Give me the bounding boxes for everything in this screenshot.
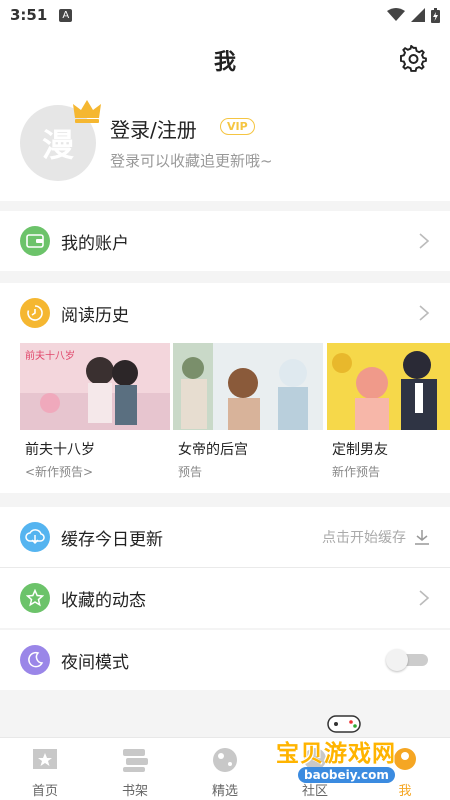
settings-gear-icon[interactable] bbox=[400, 45, 428, 73]
cloud-download-icon bbox=[20, 522, 50, 552]
menu-item-cache[interactable]: 缓存今日更新 点击开始缓存 bbox=[0, 507, 450, 567]
signal-icon bbox=[411, 8, 425, 22]
comic-subtitle: <新作预告> bbox=[25, 465, 94, 479]
menu-item-night-mode[interactable]: 夜间模式 bbox=[0, 630, 450, 690]
vip-badge: VIP bbox=[220, 118, 255, 135]
watermark-text: 宝贝游戏网 bbox=[276, 741, 396, 767]
star-icon bbox=[20, 583, 50, 613]
history-list: 前夫十八岁 前夫十八岁 <新作预告> 女帝的后宫 预告 定制男友 新作预告 bbox=[0, 343, 450, 493]
tab-featured[interactable]: 精选 bbox=[180, 738, 270, 800]
tab-label: 首页 bbox=[31, 784, 58, 799]
tab-label: 书架 bbox=[121, 784, 148, 799]
tab-label: 精选 bbox=[211, 784, 238, 799]
menu-item-label: 收藏的动态 bbox=[61, 590, 146, 611]
menu-item-label: 我的账户 bbox=[61, 233, 129, 254]
watermark-url: baobeiy.com bbox=[298, 767, 395, 783]
login-register-link[interactable]: 登录/注册 bbox=[110, 114, 197, 143]
menu-item-favorites[interactable]: 收藏的动态 bbox=[0, 568, 450, 628]
gamepad-icon bbox=[327, 715, 361, 733]
comic-title: 前夫十八岁 bbox=[25, 442, 95, 458]
comic-subtitle: 新作预告 bbox=[332, 465, 381, 479]
bookshelf-icon bbox=[123, 749, 148, 772]
menu-item-account[interactable]: 我的账户 bbox=[0, 211, 450, 271]
chevron-right-icon bbox=[419, 305, 430, 321]
download-icon[interactable] bbox=[414, 529, 430, 545]
cover-title-text: 前夫十八岁 bbox=[25, 349, 75, 362]
night-mode-toggle[interactable] bbox=[386, 649, 430, 671]
wifi-icon bbox=[387, 8, 405, 21]
comic-cover bbox=[173, 343, 323, 430]
comic-title: 女帝的后宫 bbox=[178, 442, 248, 458]
history-item[interactable]: 前夫十八岁 前夫十八岁 <新作预告> bbox=[20, 343, 170, 480]
login-hint: 登录可以收藏追更新哦~ bbox=[110, 152, 273, 170]
tab-home[interactable]: 首页 bbox=[0, 738, 90, 800]
tab-bookshelf[interactable]: 书架 bbox=[90, 738, 180, 800]
comic-cover: 前夫十八岁 bbox=[20, 343, 170, 430]
moon-icon bbox=[20, 645, 50, 675]
history-clock-icon bbox=[20, 298, 50, 328]
menu-item-history[interactable]: 阅读历史 bbox=[0, 283, 450, 343]
page-header: 我 bbox=[0, 30, 450, 88]
history-item[interactable]: 女帝的后宫 预告 bbox=[173, 343, 323, 480]
status-time: 3:51 bbox=[10, 6, 48, 24]
crown-icon bbox=[73, 100, 101, 123]
wallet-icon bbox=[20, 226, 50, 256]
chevron-right-icon bbox=[419, 590, 430, 606]
profile-card[interactable]: 漫 登录/注册 VIP 登录可以收藏追更新哦~ bbox=[0, 88, 450, 201]
chevron-right-icon bbox=[419, 233, 430, 249]
notification-a-icon: A bbox=[59, 8, 73, 22]
menu-item-label: 阅读历史 bbox=[61, 305, 129, 326]
battery-icon bbox=[431, 7, 440, 23]
history-item[interactable]: 定制男友 新作预告 bbox=[327, 343, 450, 480]
menu-item-label: 缓存今日更新 bbox=[61, 529, 163, 550]
status-bar: 3:51 A bbox=[0, 0, 450, 30]
comic-title: 定制男友 bbox=[332, 442, 388, 458]
avatar-text: 漫 bbox=[41, 126, 74, 164]
menu-item-label: 夜间模式 bbox=[61, 652, 129, 673]
watermark: 宝贝游戏网 baobeiy.com bbox=[272, 712, 422, 792]
comic-cover bbox=[327, 343, 450, 430]
start-cache-link[interactable]: 点击开始缓存 bbox=[322, 527, 406, 547]
comic-subtitle: 预告 bbox=[178, 465, 203, 479]
featured-icon bbox=[213, 748, 237, 772]
page-title: 我 bbox=[213, 50, 236, 75]
home-star-icon bbox=[33, 749, 57, 769]
